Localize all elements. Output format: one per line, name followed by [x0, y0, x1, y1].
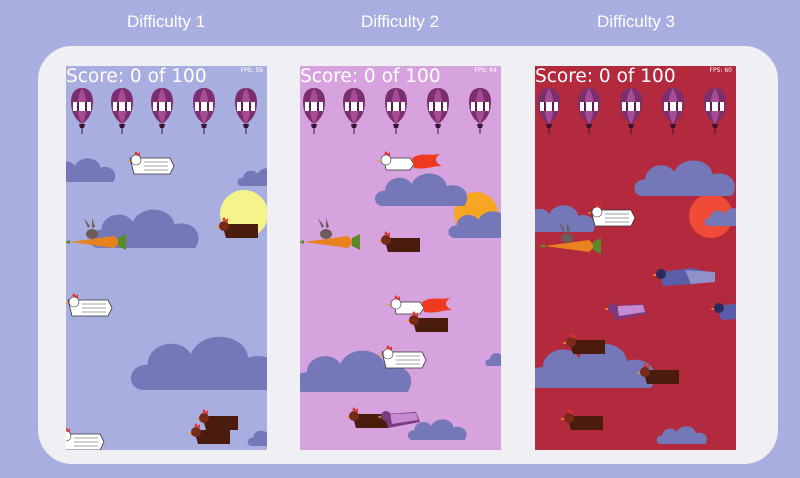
fps-counter: FPS: 59 [240, 67, 263, 74]
difficulty-3-heading: Difficulty 3 [596, 12, 676, 31]
game-canvas [535, 66, 736, 450]
fps-counter: FPS: 64 [474, 67, 497, 74]
game-screen-difficulty-1[interactable]: Score: 0 of 100 FPS: 59 [66, 66, 267, 450]
game-canvas [300, 66, 501, 450]
difficulty-2-heading: Difficulty 2 [360, 12, 440, 31]
game-screen-difficulty-2[interactable]: Score: 0 of 100 FPS: 64 [300, 66, 501, 450]
fps-counter: FPS: 60 [709, 67, 732, 74]
difficulty-1-heading: Difficulty 1 [126, 12, 206, 31]
game-screen-difficulty-3[interactable]: Score: 0 of 100 FPS: 60 [535, 66, 736, 450]
score-display: Score: 0 of 100 [300, 66, 441, 87]
game-canvas [66, 66, 267, 450]
score-display: Score: 0 of 100 [66, 66, 207, 87]
score-display: Score: 0 of 100 [535, 66, 676, 87]
